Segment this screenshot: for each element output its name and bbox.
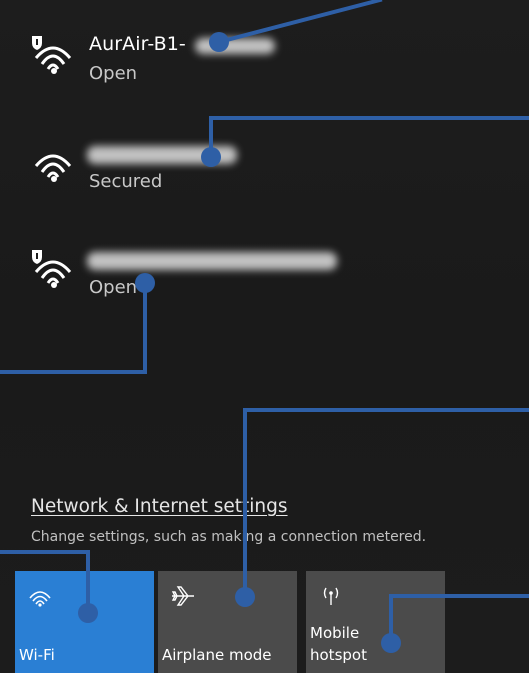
network-item[interactable]: AurAir-B1- Open [30, 30, 430, 108]
wifi-secured-icon [34, 154, 72, 182]
airplane-mode-label: Airplane mode [162, 646, 272, 664]
network-item[interactable]: Open [30, 244, 430, 322]
callout-line [243, 408, 529, 599]
network-settings-link[interactable]: Network & Internet settings [31, 496, 288, 517]
network-flyout: AurAir-B1- Open Secured Open Network & I… [0, 0, 529, 673]
mobile-hotspot-tile[interactable]: Mobile hotspot [306, 571, 445, 673]
mobile-hotspot-label: Mobile hotspot [310, 624, 367, 664]
airplane-mode-tile[interactable]: Airplane mode [158, 571, 297, 673]
hotspot-icon [323, 587, 339, 605]
network-item[interactable]: Secured [30, 138, 430, 216]
redacted-text [195, 38, 275, 54]
network-status: Open [89, 63, 138, 84]
redacted-text [87, 252, 337, 270]
network-status: Open [89, 277, 138, 298]
wifi-icon [29, 591, 51, 607]
airplane-icon [171, 586, 194, 606]
wifi-open-shield-icon [32, 36, 72, 74]
wifi-open-shield-icon [32, 250, 72, 288]
wifi-tile-label: Wi-Fi [19, 646, 55, 664]
wifi-tile[interactable]: Wi-Fi [15, 571, 154, 673]
redacted-text [87, 146, 237, 164]
network-status: Secured [89, 171, 163, 192]
network-name: AurAir-B1- [89, 33, 186, 55]
network-settings-description: Change settings, such as making a connec… [31, 529, 427, 545]
